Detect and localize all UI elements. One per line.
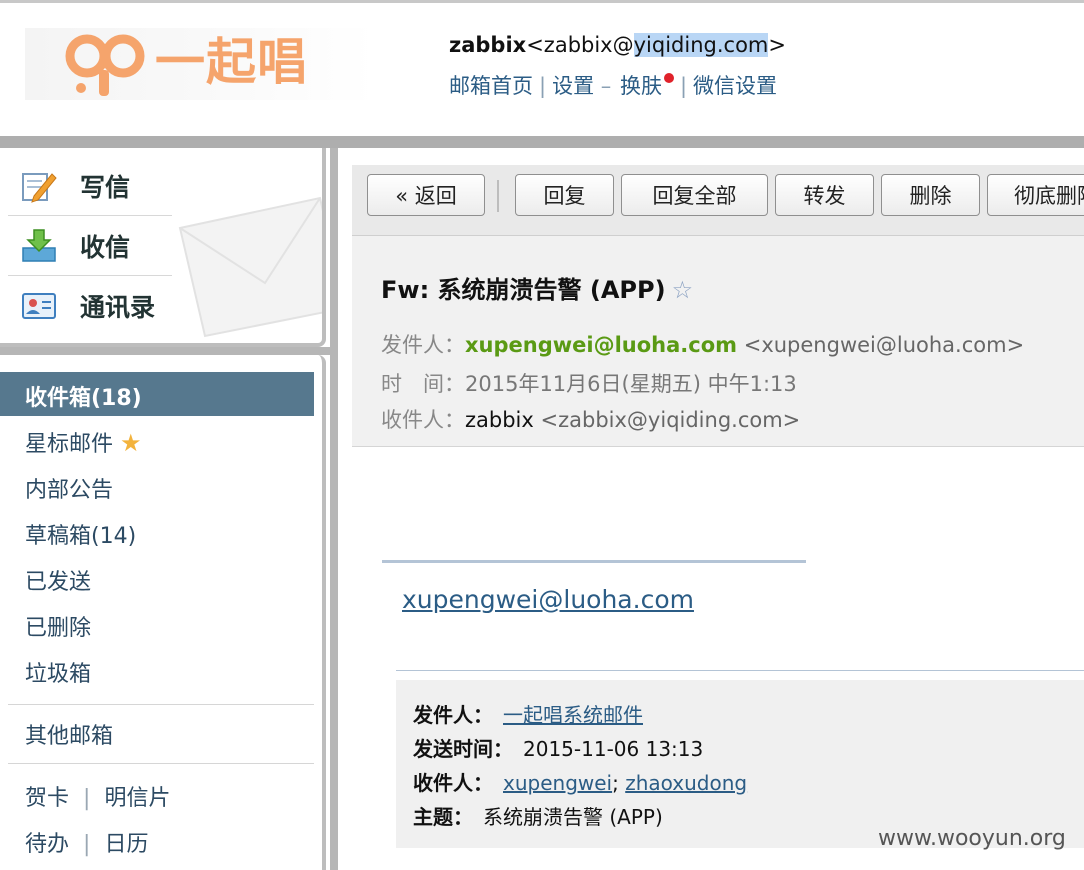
folder-list: 收件箱(18) 星标邮件 ★ 内部公告 草稿箱(14) 已发送 已删除 垃圾箱 … xyxy=(0,355,326,870)
divider xyxy=(8,215,172,216)
recipient-name[interactable]: zabbix xyxy=(465,408,534,432)
change-skin-link[interactable]: 换肤 xyxy=(620,74,662,98)
fwd-subject-value: 系统崩溃告警 (APP) xyxy=(483,805,663,829)
user-email-suffix: > xyxy=(768,33,786,57)
top-nav: 邮箱首页 | 设置 – 换肤 | 微信设置 xyxy=(449,70,777,100)
subject-text: Fw: 系统崩溃告警 (APP) xyxy=(381,276,666,304)
folder-starred[interactable]: 星标邮件 ★ xyxy=(25,426,142,458)
time-label: 时 间： xyxy=(381,372,465,396)
link-separator: | xyxy=(83,832,91,857)
panel-gap xyxy=(330,148,338,870)
sender-name[interactable]: xupengwei@luoha.com xyxy=(465,333,737,357)
receive-label: 收信 xyxy=(80,233,131,262)
new-indicator-dot xyxy=(663,73,674,83)
nav-separator: | xyxy=(539,74,547,98)
body-rule xyxy=(396,670,1084,671)
fwd-from-link[interactable]: 一起唱系统邮件 xyxy=(503,703,643,727)
greeting-card-link[interactable]: 贺卡 xyxy=(25,786,69,811)
message-header: Fw: 系统崩溃告警 (APP) ☆ 发件人：xupengwei@luoha.co… xyxy=(352,236,1084,447)
watermark: www.wooyun.org xyxy=(878,826,1066,851)
folder-sent[interactable]: 已发送 xyxy=(25,564,91,596)
divider xyxy=(8,763,314,764)
nav-dash: – xyxy=(600,74,612,98)
permanent-delete-button[interactable]: 彻底删除 xyxy=(987,174,1084,216)
logo-mark-icon xyxy=(65,34,145,96)
user-email-domain: yiqiding.com xyxy=(633,33,769,57)
recipient-separator: ; xyxy=(612,771,619,795)
inbox-download-icon xyxy=(22,229,56,262)
panel-gap xyxy=(0,347,330,355)
nav-separator: | xyxy=(679,74,688,98)
fwd-time-value: 2015-11-06 13:13 xyxy=(523,737,704,761)
divider xyxy=(8,275,172,276)
contacts-button[interactable]: 通讯录 xyxy=(20,278,155,334)
fwd-subject-row: 主题： 系统崩溃告警 (APP) xyxy=(413,801,663,830)
folder-internal-notices[interactable]: 内部公告 xyxy=(25,472,113,504)
calendar-link[interactable]: 日历 xyxy=(104,832,148,857)
fwd-to-label: 收件人： xyxy=(413,771,493,795)
divider xyxy=(8,704,314,705)
compose-pencil-icon xyxy=(22,173,57,203)
link-separator: | xyxy=(83,786,91,811)
contacts-label: 通讯录 xyxy=(80,293,156,322)
reply-all-button[interactable]: 回复全部 xyxy=(621,174,768,216)
recipient-address: <zabbix@yiqiding.com> xyxy=(540,408,801,432)
user-account: zabbix<zabbix@yiqiding.com> xyxy=(449,33,786,57)
folder-inbox[interactable]: 收件箱(18) xyxy=(0,372,314,416)
fwd-subject-label: 主题： xyxy=(413,805,473,829)
sender-address: <xupengwei@luoha.com> xyxy=(743,333,1025,357)
fwd-from-label: 发件人： xyxy=(413,703,493,727)
todo-links-row: 待办 | 日历 xyxy=(25,826,148,858)
fwd-to-link[interactable]: zhaoxudong xyxy=(625,771,747,795)
to-row: 收件人：zabbix <zabbix@yiqiding.com> xyxy=(381,404,800,434)
body-email-link[interactable]: xupengwei@luoha.com xyxy=(402,585,694,614)
settings-link[interactable]: 设置 xyxy=(552,74,594,98)
folder-inbox-label: 收件箱(18) xyxy=(25,386,142,411)
back-button[interactable]: « 返回 xyxy=(367,174,485,216)
message-view: « 返回 回复 回复全部 转发 删除 彻底删除 Fw: 系统崩溃告警 (APP)… xyxy=(338,148,1084,870)
from-label: 发件人： xyxy=(381,333,465,357)
body-rule xyxy=(382,560,806,563)
to-label: 收件人： xyxy=(381,408,465,432)
mailbox-home-link[interactable]: 邮箱首页 xyxy=(449,74,533,98)
quick-actions-panel: 写信 收信 通讯录 xyxy=(0,148,326,347)
user-name: zabbix xyxy=(449,33,527,57)
message-subject: Fw: 系统崩溃告警 (APP) ☆ xyxy=(381,270,693,305)
logo[interactable]: 一起唱 xyxy=(25,28,375,100)
header-divider xyxy=(0,136,1084,148)
receive-button[interactable]: 收信 xyxy=(20,218,130,274)
star-icon: ★ xyxy=(120,429,142,457)
fwd-to-row: 收件人： xupengwei; zhaoxudong xyxy=(413,767,747,796)
forwarded-info: 发件人： 一起唱系统邮件 发送时间： 2015-11-06 13:13 收件人： xu… xyxy=(396,680,1084,848)
reply-button[interactable]: 回复 xyxy=(515,174,614,216)
star-outline-icon[interactable]: ☆ xyxy=(672,276,694,304)
toolbar-divider xyxy=(497,180,499,212)
compose-button[interactable]: 写信 xyxy=(20,158,130,214)
folder-drafts[interactable]: 草稿箱(14) xyxy=(25,518,136,550)
time-value: 2015年11月6日(星期五) 中午1:13 xyxy=(465,372,797,396)
todo-link[interactable]: 待办 xyxy=(25,832,69,857)
delete-button[interactable]: 删除 xyxy=(881,174,980,216)
top-border xyxy=(0,0,1084,3)
time-row: 时 间：2015年11月6日(星期五) 中午1:13 xyxy=(381,368,797,398)
message-toolbar: « 返回 回复 回复全部 转发 删除 彻底删除 xyxy=(352,165,1084,236)
from-row: 发件人：xupengwei@luoha.com <xupengwei@luoha… xyxy=(381,329,1024,359)
fwd-time-row: 发送时间： 2015-11-06 13:13 xyxy=(413,733,703,762)
logo-text: 一起唱 xyxy=(155,33,308,91)
user-email-prefix: <zabbix@ xyxy=(526,33,634,57)
forward-button[interactable]: 转发 xyxy=(775,174,874,216)
compose-label: 写信 xyxy=(80,173,131,202)
folder-spam[interactable]: 垃圾箱 xyxy=(25,656,91,688)
fwd-to-link[interactable]: xupengwei xyxy=(503,771,612,795)
fwd-time-label: 发送时间： xyxy=(413,737,513,761)
folder-other-mailboxes[interactable]: 其他邮箱 xyxy=(25,718,113,750)
fwd-from-row: 发件人： 一起唱系统邮件 xyxy=(413,699,643,728)
envelope-decoration-icon xyxy=(178,196,322,338)
folder-deleted[interactable]: 已删除 xyxy=(25,610,91,642)
wechat-settings-link[interactable]: 微信设置 xyxy=(693,74,777,98)
postcard-link[interactable]: 明信片 xyxy=(104,786,170,811)
folder-starred-label: 星标邮件 xyxy=(25,432,114,457)
card-links-row: 贺卡 | 明信片 xyxy=(25,780,170,812)
contact-card-icon xyxy=(22,293,56,319)
